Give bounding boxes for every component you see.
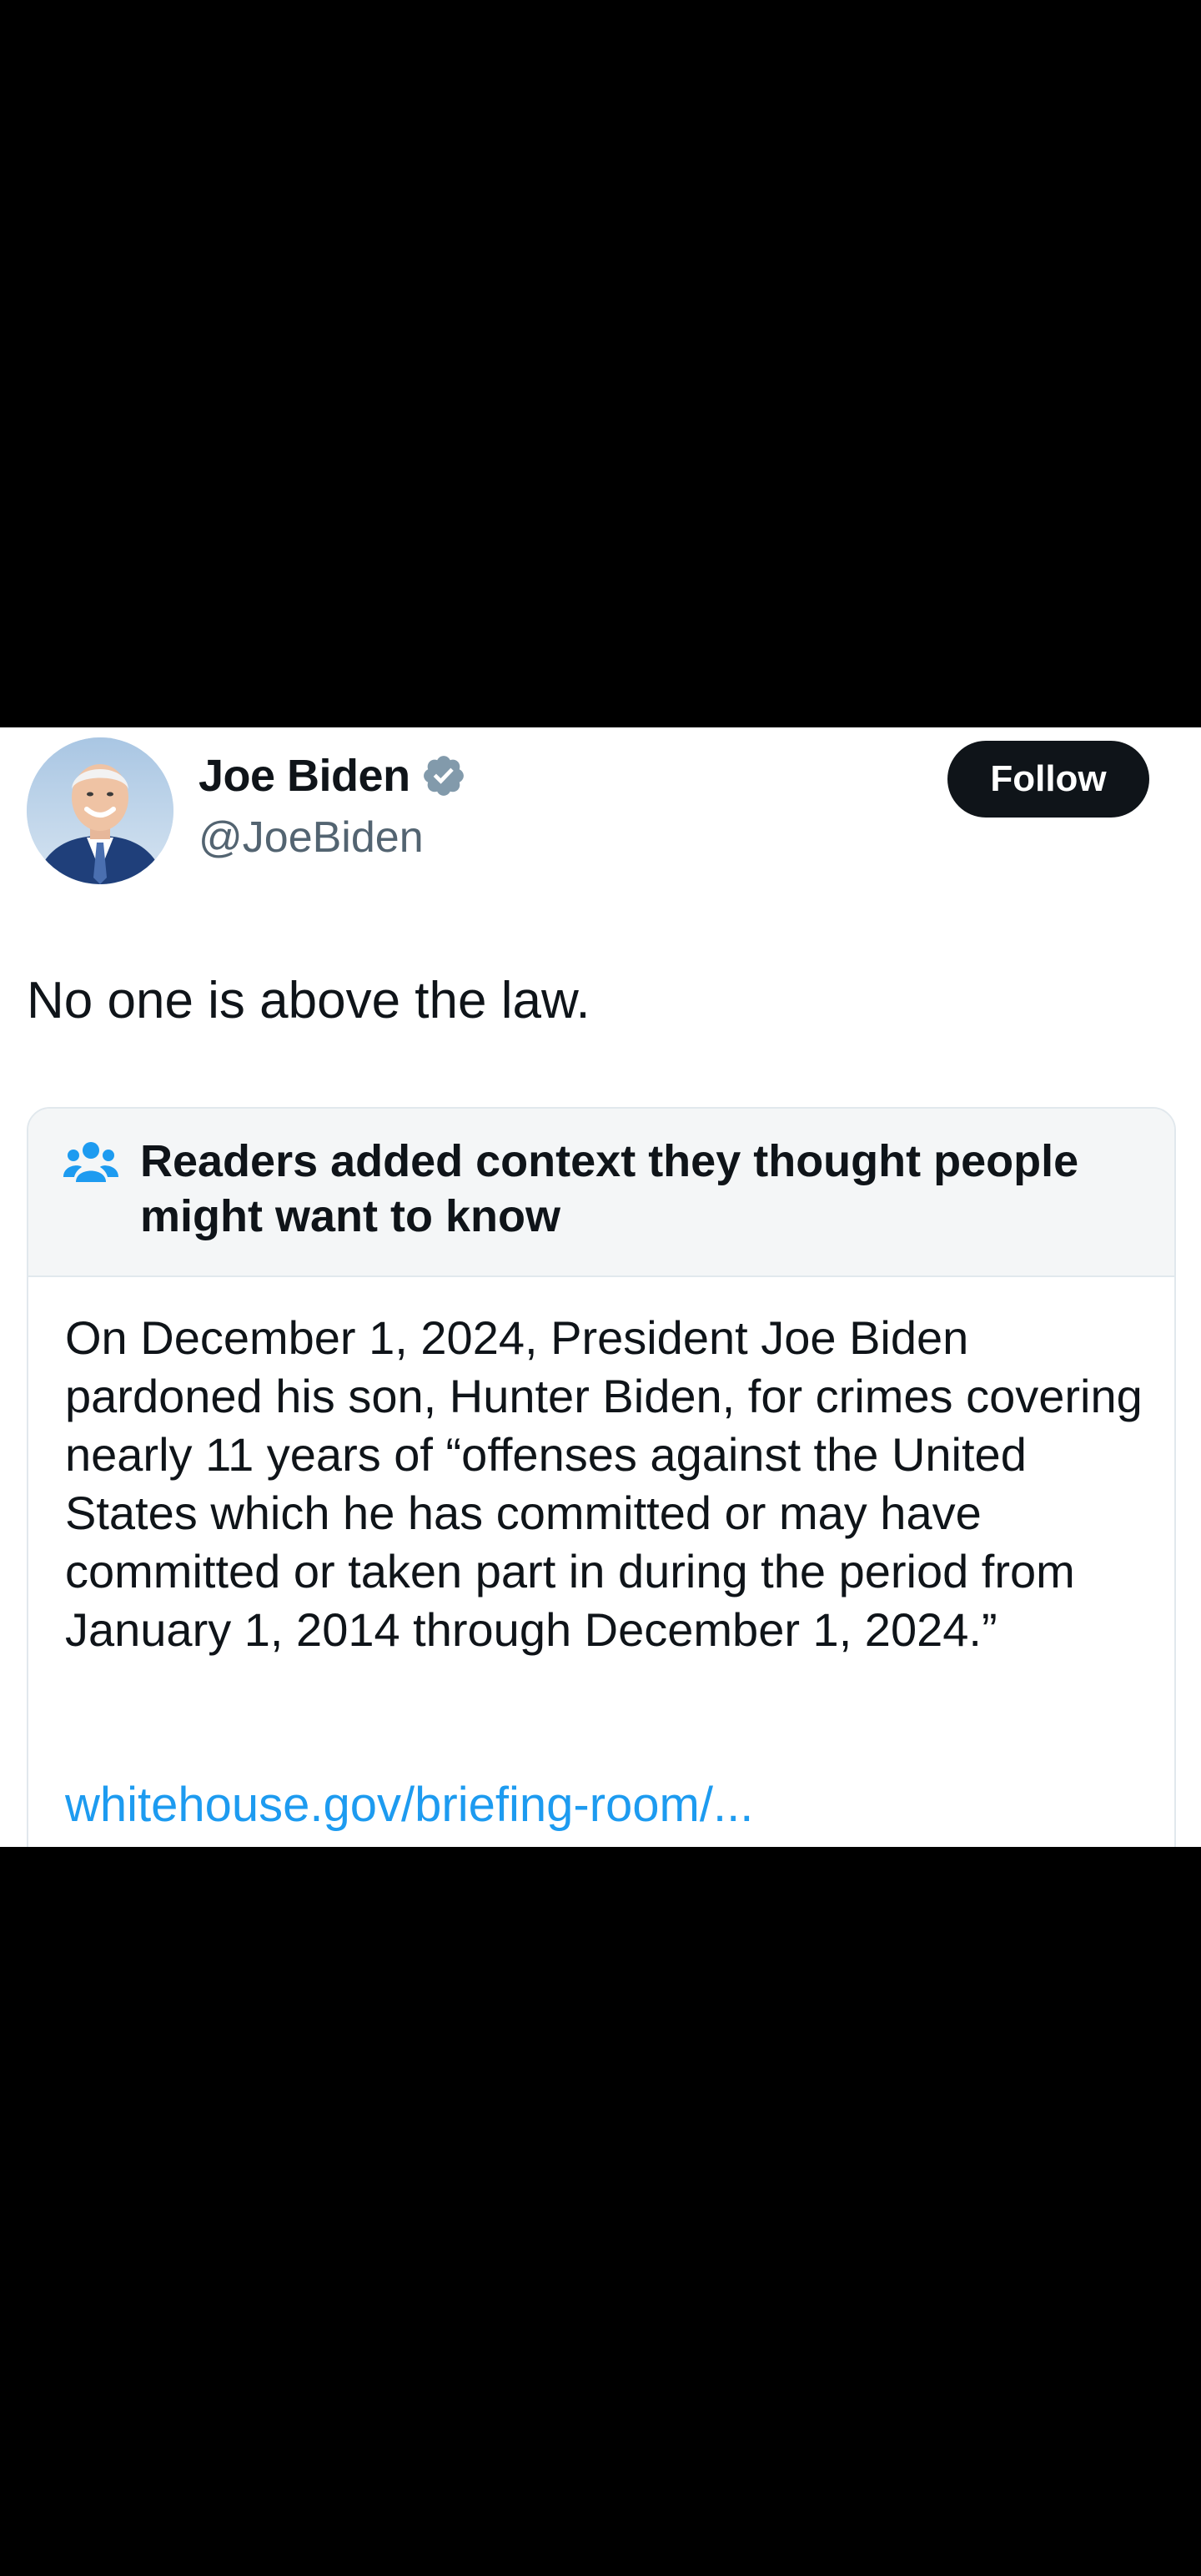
author-display-name[interactable]: Joe Biden (198, 750, 410, 802)
author-name-row: Joe Biden (198, 749, 467, 802)
community-note-title: Readers added context they thought peopl… (140, 1136, 1079, 1241)
tweet-text: No one is above the law. (27, 972, 590, 1029)
top-black-band (0, 0, 1201, 727)
community-note-link[interactable]: whitehouse.gov/briefing-room/... (65, 1776, 753, 1834)
follow-button[interactable]: Follow (947, 741, 1149, 818)
community-note: Readers added context they thought peopl… (27, 1107, 1176, 1847)
profile-photo-icon (27, 737, 173, 884)
author-handle[interactable]: @JoeBiden (198, 813, 424, 863)
avatar[interactable] (27, 737, 173, 884)
tweet-card: Joe Biden @JoeBiden Follow No one is abo… (0, 727, 1201, 1847)
community-note-header: Readers added context they thought peopl… (28, 1109, 1174, 1277)
bottom-black-band (0, 1847, 1201, 2576)
verified-badge-icon (420, 752, 467, 799)
community-note-body: On December 1, 2024, President Joe Biden… (65, 1311, 1143, 1656)
people-icon (63, 1140, 118, 1182)
